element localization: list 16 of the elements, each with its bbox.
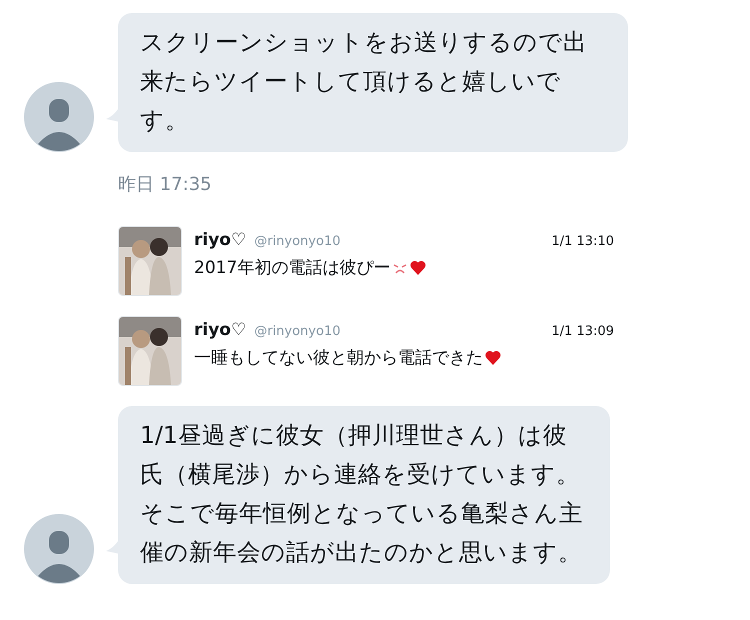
frown-icon bbox=[392, 262, 408, 274]
tweet-time: 1/1 13:10 bbox=[551, 234, 614, 249]
tweet-time: 1/1 13:09 bbox=[551, 324, 614, 339]
bubble-tail bbox=[106, 106, 120, 122]
avatar-icon bbox=[24, 82, 94, 152]
avatar-icon bbox=[24, 514, 94, 584]
tweet-handle: @rinyonyo10 bbox=[254, 324, 340, 339]
tweet-author: riyo♡ bbox=[194, 320, 246, 340]
tweet-text: 一睡もしてない彼と朝から電話できた bbox=[194, 347, 483, 369]
heart-icon bbox=[410, 260, 426, 275]
message-time: 昨日 17:35 bbox=[118, 173, 213, 196]
tweet-handle: @rinyonyo10 bbox=[254, 234, 340, 249]
heart-icon bbox=[485, 350, 501, 365]
tweet-text: 2017年初の電話は彼ぴー bbox=[194, 257, 390, 279]
bubble-tail bbox=[106, 538, 120, 554]
tweet-author: riyo♡ bbox=[194, 230, 246, 250]
